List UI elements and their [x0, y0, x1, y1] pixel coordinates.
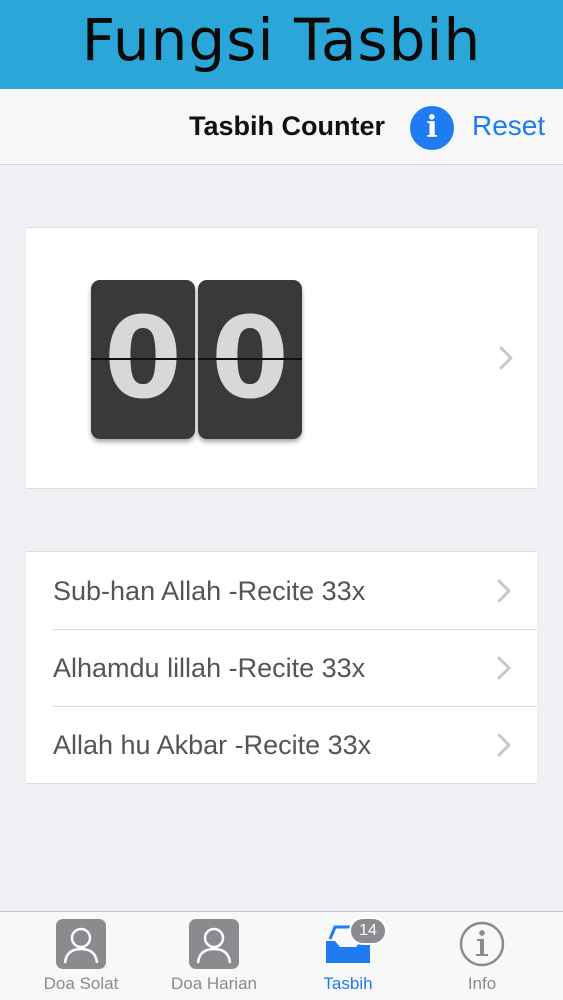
tab-tasbih[interactable]: 14 Tasbih	[278, 912, 418, 1000]
reset-button[interactable]: Reset	[472, 110, 545, 142]
tab-label: Doa Solat	[43, 974, 119, 993]
info-icon	[459, 921, 505, 967]
counter-digit-ones: 0	[198, 280, 302, 439]
counter-digit-tens: 0	[91, 280, 195, 439]
list-item-subhanallah[interactable]: Sub-han Allah -Recite 33x	[26, 552, 537, 629]
tab-label: Info	[467, 974, 497, 993]
chevron-right-icon	[497, 579, 511, 603]
dhikr-list: Sub-han Allah -Recite 33x Alhamdu lillah…	[26, 551, 537, 784]
counter-card[interactable]: 0 0	[26, 227, 537, 489]
person-icon	[189, 919, 239, 969]
tab-doa-harian[interactable]: Doa Harian	[144, 912, 284, 1000]
list-item-allahuakbar[interactable]: Allah hu Akbar -Recite 33x	[26, 706, 537, 783]
app-banner: Fungsi Tasbih	[0, 0, 563, 89]
list-item-label: Alhamdu lillah -Recite 33x	[53, 653, 366, 683]
tab-info[interactable]: Info	[412, 912, 552, 1000]
list-item-label: Allah hu Akbar -Recite 33x	[53, 730, 372, 760]
info-button[interactable]: i	[410, 106, 454, 150]
page-title: Tasbih Counter	[188, 111, 385, 141]
chevron-right-icon	[497, 733, 511, 757]
tab-bar: Doa Solat Doa Harian 14 Tasbih Info	[0, 911, 563, 1000]
navigation-bar: Tasbih Counter i Reset	[0, 89, 563, 165]
person-icon	[56, 919, 106, 969]
tab-label: Tasbih	[323, 974, 373, 993]
tab-label: Doa Harian	[171, 974, 257, 993]
notification-badge: 14	[349, 917, 387, 945]
list-item-label: Sub-han Allah -Recite 33x	[53, 576, 366, 606]
chevron-right-icon	[497, 656, 511, 680]
chevron-right-icon	[499, 346, 513, 370]
list-item-alhamdulillah[interactable]: Alhamdu lillah -Recite 33x	[26, 629, 537, 706]
banner-title: Fungsi Tasbih	[81, 6, 482, 74]
tab-doa-solat[interactable]: Doa Solat	[11, 912, 151, 1000]
